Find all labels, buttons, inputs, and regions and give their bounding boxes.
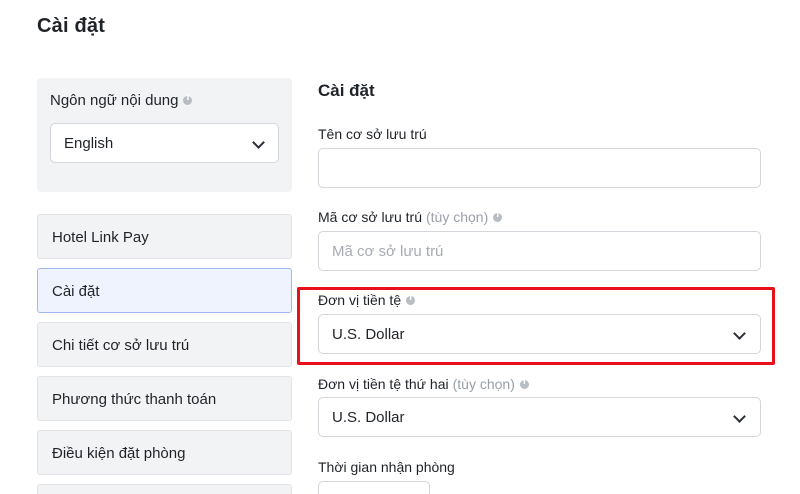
section-title: Cài đặt [318,81,375,100]
sidebar-item-settings[interactable]: Cài đặt [37,268,292,313]
property-code-input[interactable] [318,231,761,271]
optional-tag: (tùy chọn) [452,376,515,392]
currency-label-text: Đơn vị tiền tệ [318,292,402,308]
content-language-card: Ngôn ngữ nội dung English [37,78,292,192]
sidebar-item-label: Điều kiện đặt phòng [52,445,186,462]
checkin-time-label: Thời gian nhận phòng [318,459,455,475]
checkin-time-label-text: Thời gian nhận phòng [318,459,455,475]
optional-tag: (tùy chọn) [425,209,489,225]
sidebar-item-booking-conditions[interactable]: Điều kiện đặt phòng [37,430,292,475]
currency-label: Đơn vị tiền tệ [318,292,416,308]
content-language-value: English [64,135,114,152]
property-code-label: Mã cơ sở lưu trú (tùy chọn) [318,209,503,225]
sidebar-item-hotel-link-pay[interactable]: Hotel Link Pay [37,214,292,259]
secondary-currency-select[interactable]: U.S. Dollar [318,397,761,437]
info-icon[interactable] [406,293,416,305]
property-name-label-text: Tên cơ sở lưu trú [318,126,427,142]
currency-select[interactable]: U.S. Dollar [318,314,761,354]
info-icon[interactable] [183,93,193,105]
sidebar-item-label: Hotel Link Pay [52,229,149,246]
sidebar-item-label: Phương thức thanh toán [52,391,217,408]
secondary-currency-label: Đơn vị tiền tệ thứ hai (tùy chọn) [318,376,529,392]
currency-value: U.S. Dollar [332,326,405,343]
property-name-label: Tên cơ sở lưu trú [318,126,427,142]
secondary-currency-label-text: Đơn vị tiền tệ thứ hai [318,376,449,392]
content-language-select[interactable]: English [50,123,279,163]
sidebar-item-property-details[interactable]: Chi tiết cơ sở lưu trú [37,322,292,367]
content-language-label-text: Ngôn ngữ nội dung [50,92,179,109]
chevron-down-icon [733,410,746,423]
sidebar-item-next[interactable] [37,484,292,494]
page-title: Cài đặt [37,15,106,37]
checkin-time-input[interactable] [318,481,430,494]
sidebar-item-label: Chi tiết cơ sở lưu trú [52,337,190,354]
info-icon[interactable] [493,210,503,222]
content-language-label: Ngôn ngữ nội dung [50,92,193,109]
property-name-input[interactable] [318,148,761,188]
secondary-currency-value: U.S. Dollar [332,409,405,426]
chevron-down-icon [252,136,265,149]
chevron-down-icon [733,327,746,340]
info-icon[interactable] [519,377,529,389]
property-code-label-text: Mã cơ sở lưu trú [318,209,422,225]
sidebar-item-payment-methods[interactable]: Phương thức thanh toán [37,376,292,421]
sidebar-item-label: Cài đặt [52,283,100,300]
